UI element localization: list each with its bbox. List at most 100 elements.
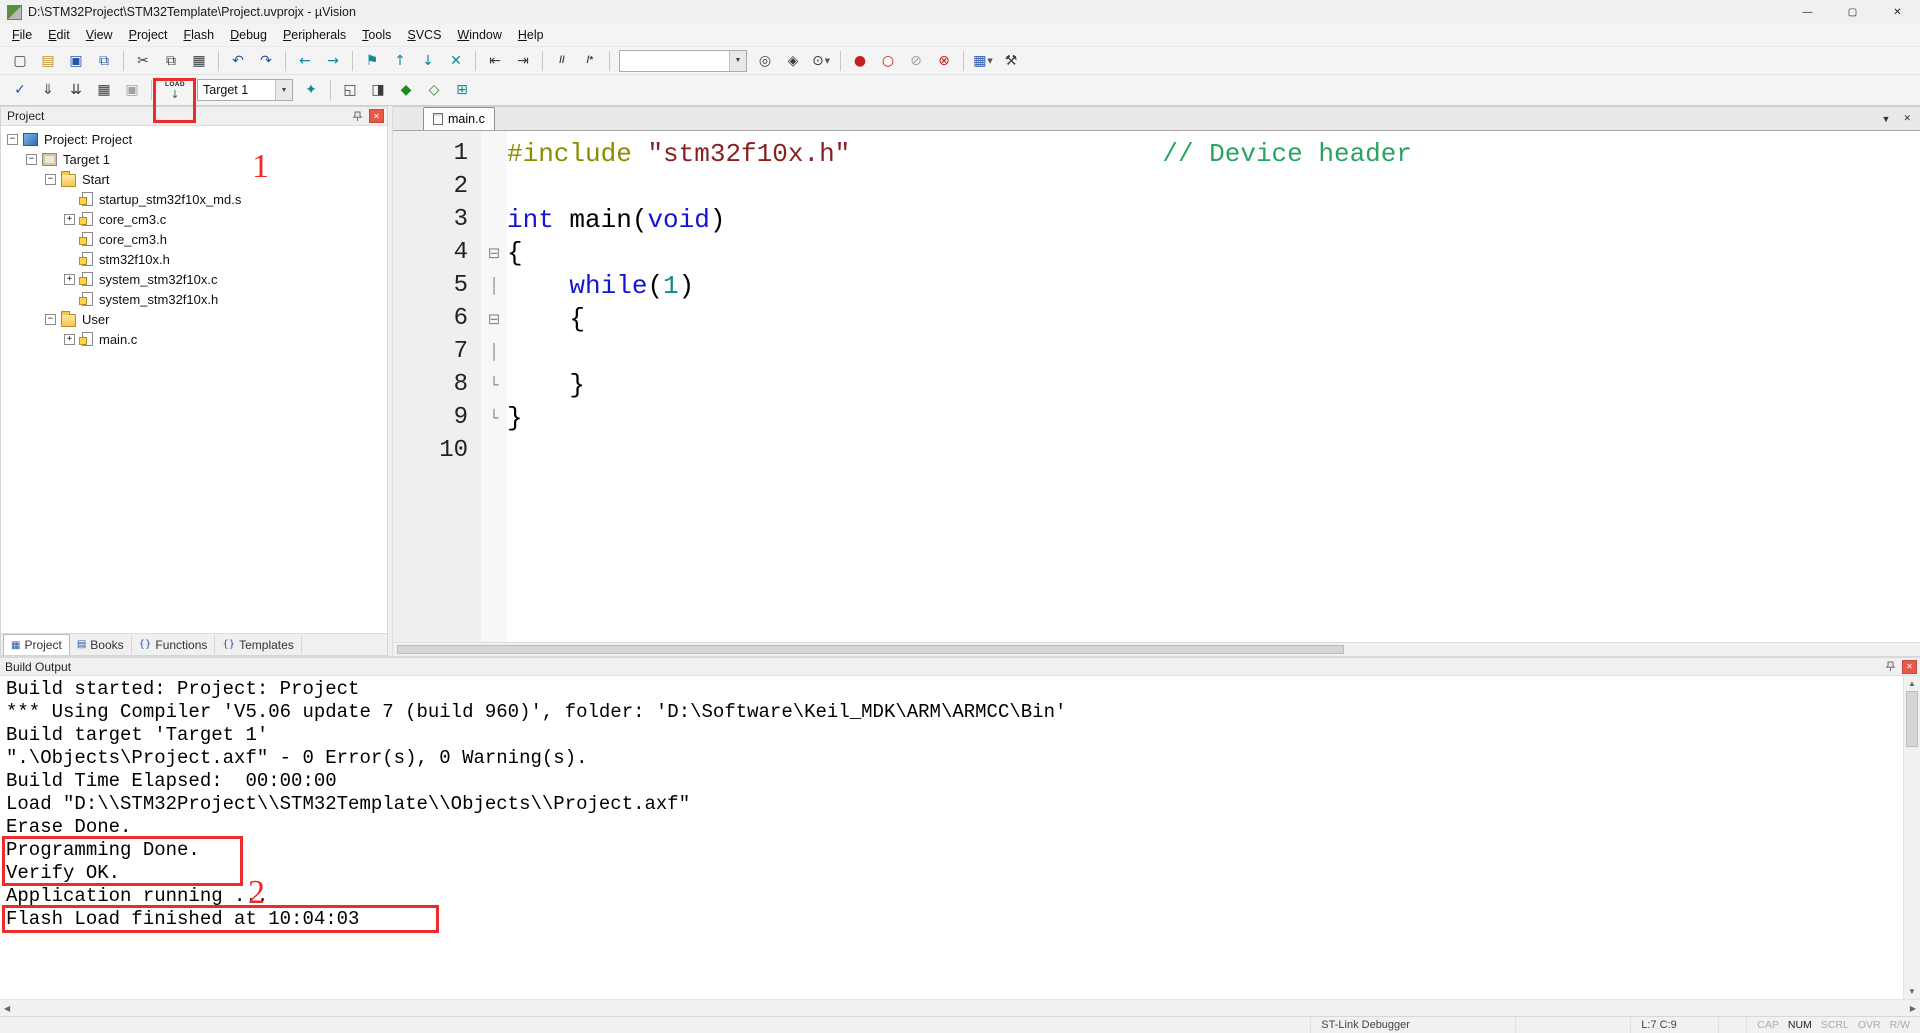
scroll-left-icon[interactable]: ◀ bbox=[4, 1004, 10, 1013]
undo-button[interactable]: ↶ bbox=[226, 49, 250, 72]
clear-bookmarks-button[interactable]: ✕ bbox=[444, 49, 468, 72]
tree-expander-icon[interactable]: + bbox=[64, 214, 75, 225]
copy-button[interactable]: ⧉ bbox=[159, 49, 183, 72]
runtime-environment-button[interactable]: ◆ bbox=[394, 79, 418, 102]
open-file-button[interactable]: ▤ bbox=[36, 49, 60, 72]
pin-icon[interactable] bbox=[1884, 660, 1897, 673]
tree-item-system-stm32f10x-c[interactable]: +system_stm32f10x.c bbox=[1, 269, 387, 289]
scroll-up-icon[interactable]: ▲ bbox=[1908, 679, 1916, 688]
pack-installer-button[interactable]: ⊞ bbox=[450, 79, 474, 102]
tree-item-project-project[interactable]: −Project: Project bbox=[1, 129, 387, 149]
output-vertical-scrollbar[interactable]: ▲ ▼ bbox=[1903, 676, 1920, 999]
menu-peripherals[interactable]: Peripherals bbox=[275, 25, 354, 45]
tree-expander-icon[interactable]: − bbox=[45, 174, 56, 185]
scrollbar-thumb[interactable] bbox=[1906, 691, 1918, 747]
cut-button[interactable]: ✂ bbox=[131, 49, 155, 72]
software-packs-button[interactable]: ◇ bbox=[422, 79, 446, 102]
file-extensions-button[interactable]: ◨ bbox=[366, 79, 390, 102]
save-all-button[interactable]: ⧉ bbox=[92, 49, 116, 72]
menu-help[interactable]: Help bbox=[510, 25, 552, 45]
build-button[interactable]: ⇓ bbox=[36, 79, 60, 102]
tree-item-core-cm3-c[interactable]: +core_cm3.c bbox=[1, 209, 387, 229]
close-panel-icon[interactable]: ✕ bbox=[369, 109, 384, 123]
panel-tab-functions[interactable]: {}Functions bbox=[132, 635, 216, 654]
menu-debug[interactable]: Debug bbox=[222, 25, 275, 45]
tree-item-user[interactable]: −User bbox=[1, 309, 387, 329]
fold-marker-icon[interactable]: ⊟ bbox=[481, 244, 507, 262]
window-layout-button[interactable]: ▦▼ bbox=[971, 49, 995, 72]
tree-expander-icon[interactable]: + bbox=[64, 274, 75, 285]
chevron-down-icon[interactable]: ▼ bbox=[987, 57, 992, 65]
fold-marker-icon[interactable]: │ bbox=[481, 277, 507, 295]
tree-item-startup-stm32f10x-md-s[interactable]: startup_stm32f10x_md.s bbox=[1, 189, 387, 209]
rebuild-all-button[interactable]: ⇊ bbox=[64, 79, 88, 102]
translate-file-button[interactable]: ✓ bbox=[8, 79, 32, 102]
previous-bookmark-button[interactable]: ↑ bbox=[388, 49, 412, 72]
fold-marker-icon[interactable]: └ bbox=[481, 409, 507, 427]
fold-marker-icon[interactable]: └ bbox=[481, 376, 507, 394]
tree-item-target-1[interactable]: −Target 1 bbox=[1, 149, 387, 169]
paste-button[interactable]: ▦ bbox=[187, 49, 211, 72]
tree-item-start[interactable]: −Start bbox=[1, 169, 387, 189]
chevron-down-icon[interactable]: ▼ bbox=[825, 57, 830, 65]
batch-build-button[interactable]: ▦ bbox=[92, 79, 116, 102]
enable-breakpoint-button[interactable]: ○ bbox=[876, 49, 900, 72]
tree-item-main-c[interactable]: +main.c bbox=[1, 329, 387, 349]
document-list-dropdown-icon[interactable]: ▼ bbox=[1882, 114, 1891, 124]
options-for-target-button[interactable]: ✦ bbox=[299, 79, 323, 102]
disable-breakpoints-button[interactable]: ⊘ bbox=[904, 49, 928, 72]
unindent-button[interactable]: ⇤ bbox=[483, 49, 507, 72]
target-select-combo[interactable]: Target 1▼ bbox=[197, 79, 293, 101]
code-editor[interactable]: 1#include "stm32f10x.h" // Device header… bbox=[393, 131, 1920, 642]
minimize-button[interactable]: — bbox=[1785, 0, 1830, 24]
configure-button[interactable]: ⚒ bbox=[999, 49, 1023, 72]
comment-button[interactable]: // bbox=[550, 49, 574, 72]
chevron-down-icon[interactable]: ▼ bbox=[729, 51, 746, 71]
panel-tab-templates[interactable]: {}Templates bbox=[215, 635, 301, 654]
kill-breakpoints-button[interactable]: ⊗ bbox=[932, 49, 956, 72]
fold-marker-icon[interactable]: ⊟ bbox=[481, 310, 507, 328]
maximize-button[interactable]: ▢ bbox=[1830, 0, 1875, 24]
save-button[interactable]: ▣ bbox=[64, 49, 88, 72]
close-panel-icon[interactable]: ✕ bbox=[1902, 660, 1917, 674]
menu-project[interactable]: Project bbox=[121, 25, 176, 45]
scroll-down-icon[interactable]: ▼ bbox=[1908, 987, 1916, 996]
navigate-back-button[interactable]: ← bbox=[293, 49, 317, 72]
tree-item-core-cm3-h[interactable]: core_cm3.h bbox=[1, 229, 387, 249]
search-dropdown-button[interactable]: ⊙▼ bbox=[809, 49, 833, 72]
manage-project-items-button[interactable]: ◱ bbox=[338, 79, 362, 102]
tree-expander-icon[interactable]: − bbox=[7, 134, 18, 145]
tree-expander-icon[interactable]: + bbox=[64, 334, 75, 345]
find-button[interactable]: ◎ bbox=[753, 49, 777, 72]
download-to-flash-button[interactable]: LOAD↓ bbox=[160, 77, 190, 103]
close-button[interactable]: ✕ bbox=[1875, 0, 1920, 24]
find-text-combo[interactable]: ▼ bbox=[619, 50, 747, 72]
build-output-content[interactable]: Build started: Project: Project*** Using… bbox=[0, 676, 1903, 999]
tree-expander-icon[interactable]: − bbox=[45, 314, 56, 325]
menu-view[interactable]: View bbox=[78, 25, 121, 45]
menu-edit[interactable]: Edit bbox=[40, 25, 78, 45]
tree-item-system-stm32f10x-h[interactable]: system_stm32f10x.h bbox=[1, 289, 387, 309]
menu-window[interactable]: Window bbox=[449, 25, 509, 45]
menu-flash[interactable]: Flash bbox=[176, 25, 223, 45]
panel-tab-project[interactable]: ▦Project bbox=[3, 634, 70, 655]
uncomment-button[interactable]: /* bbox=[578, 49, 602, 72]
editor-horizontal-scrollbar[interactable] bbox=[393, 642, 1920, 656]
pin-icon[interactable] bbox=[351, 110, 364, 123]
tree-item-stm32f10x-h[interactable]: stm32f10x.h bbox=[1, 249, 387, 269]
redo-button[interactable]: ↷ bbox=[254, 49, 278, 72]
indent-button[interactable]: ⇥ bbox=[511, 49, 535, 72]
menu-svcs[interactable]: SVCS bbox=[399, 25, 449, 45]
panel-tab-books[interactable]: ▤Books bbox=[70, 635, 132, 654]
menu-file[interactable]: File bbox=[4, 25, 40, 45]
new-file-button[interactable]: ▢ bbox=[8, 49, 32, 72]
navigate-forward-button[interactable]: → bbox=[321, 49, 345, 72]
toggle-bookmark-button[interactable]: ⚑ bbox=[360, 49, 384, 72]
close-document-icon[interactable]: ✕ bbox=[1903, 113, 1911, 124]
stop-build-button[interactable]: ▣ bbox=[120, 79, 144, 102]
find-in-files-button[interactable]: ◈ bbox=[781, 49, 805, 72]
menu-tools[interactable]: Tools bbox=[354, 25, 399, 45]
chevron-down-icon[interactable]: ▼ bbox=[275, 80, 292, 100]
scroll-right-icon[interactable]: ▶ bbox=[1910, 1004, 1916, 1013]
next-bookmark-button[interactable]: ↓ bbox=[416, 49, 440, 72]
